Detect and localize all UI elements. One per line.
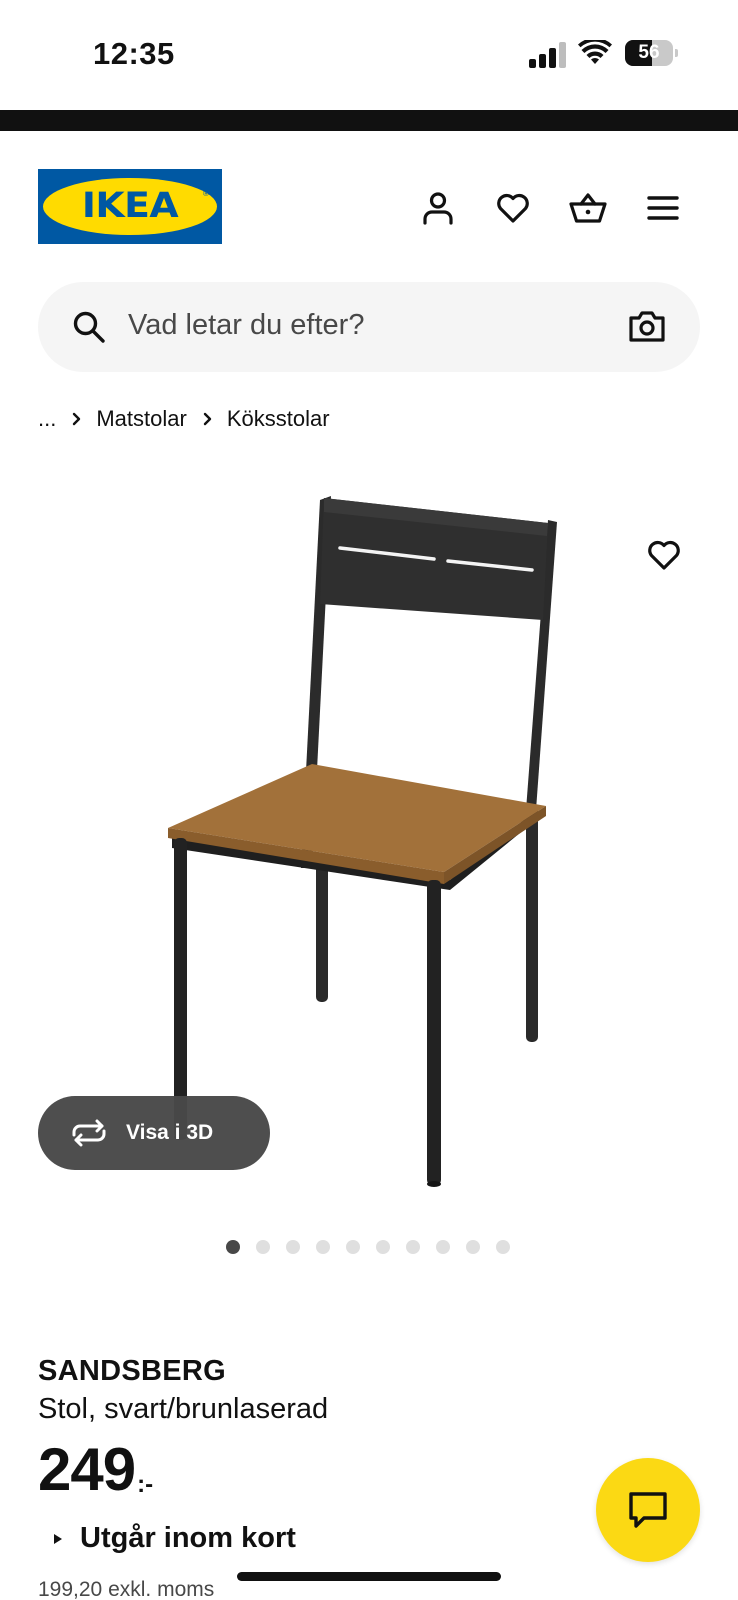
breadcrumb-item-koksstolar[interactable]: Köksstolar [227, 406, 330, 432]
price-integer: 249 [38, 1436, 136, 1503]
price-suffix: :- [137, 1471, 154, 1498]
image-pagination [226, 1240, 526, 1254]
pagination-dot[interactable] [376, 1240, 390, 1254]
heart-icon [648, 540, 680, 570]
camera-icon[interactable] [628, 309, 666, 345]
top-band [0, 110, 738, 131]
search-placeholder: Vad letar du efter? [128, 309, 365, 341]
availability-toggle[interactable]: Utgår inom kort [52, 1522, 296, 1555]
logo-text: IKEA [81, 186, 179, 226]
favourites-button[interactable] [493, 188, 533, 228]
chat-icon [629, 1492, 667, 1528]
wifi-icon [578, 40, 612, 64]
cellular-signal-icon [529, 42, 566, 68]
view-in-3d-label: Visa i 3D [126, 1121, 214, 1144]
ikea-logo[interactable]: IKEA ® [38, 169, 222, 244]
price-excl-vat: 199,20 exkl. moms [38, 1578, 215, 1600]
view-in-3d-button[interactable]: Visa i 3D [38, 1096, 270, 1170]
product-name: SANDSBERG [38, 1355, 226, 1387]
availability-label: Utgår inom kort [80, 1522, 296, 1554]
search-icon [73, 311, 105, 343]
breadcrumb-ellipsis[interactable]: ... [38, 406, 56, 432]
caret-right-icon [54, 1533, 62, 1544]
cart-button[interactable] [568, 188, 608, 228]
pagination-dot[interactable] [466, 1240, 480, 1254]
battery-level: 56 [638, 42, 660, 63]
basket-icon [569, 193, 607, 223]
heart-icon [497, 193, 529, 223]
status-time: 12:35 [93, 36, 175, 71]
chevron-right-icon [202, 412, 212, 426]
breadcrumb-item-matstolar[interactable]: Matstolar [96, 406, 186, 432]
pagination-dot[interactable] [406, 1240, 420, 1254]
rotate-3d-icon [70, 1119, 108, 1147]
chevron-right-icon [71, 412, 81, 426]
pagination-dot[interactable] [256, 1240, 270, 1254]
battery-indicator: 56 [625, 40, 678, 66]
menu-icon [647, 196, 679, 220]
menu-button[interactable] [643, 188, 683, 228]
breadcrumb: ... Matstolar Köksstolar [38, 404, 330, 434]
add-to-favourites-button[interactable] [642, 533, 686, 577]
pagination-dot[interactable] [316, 1240, 330, 1254]
pagination-dot[interactable] [346, 1240, 360, 1254]
product-price: 249 :- [38, 1440, 153, 1500]
pagination-dot[interactable] [226, 1240, 240, 1254]
pagination-dot[interactable] [286, 1240, 300, 1254]
account-button[interactable] [418, 188, 458, 228]
pagination-dot[interactable] [436, 1240, 450, 1254]
home-indicator [237, 1572, 501, 1581]
status-bar: 12:35 56 [0, 0, 738, 108]
product-description: Stol, svart/brunlaserad [38, 1393, 329, 1425]
user-icon [423, 192, 453, 225]
pagination-dot[interactable] [496, 1240, 510, 1254]
chat-button[interactable] [596, 1458, 700, 1562]
search-input[interactable]: Vad letar du efter? [38, 282, 700, 372]
